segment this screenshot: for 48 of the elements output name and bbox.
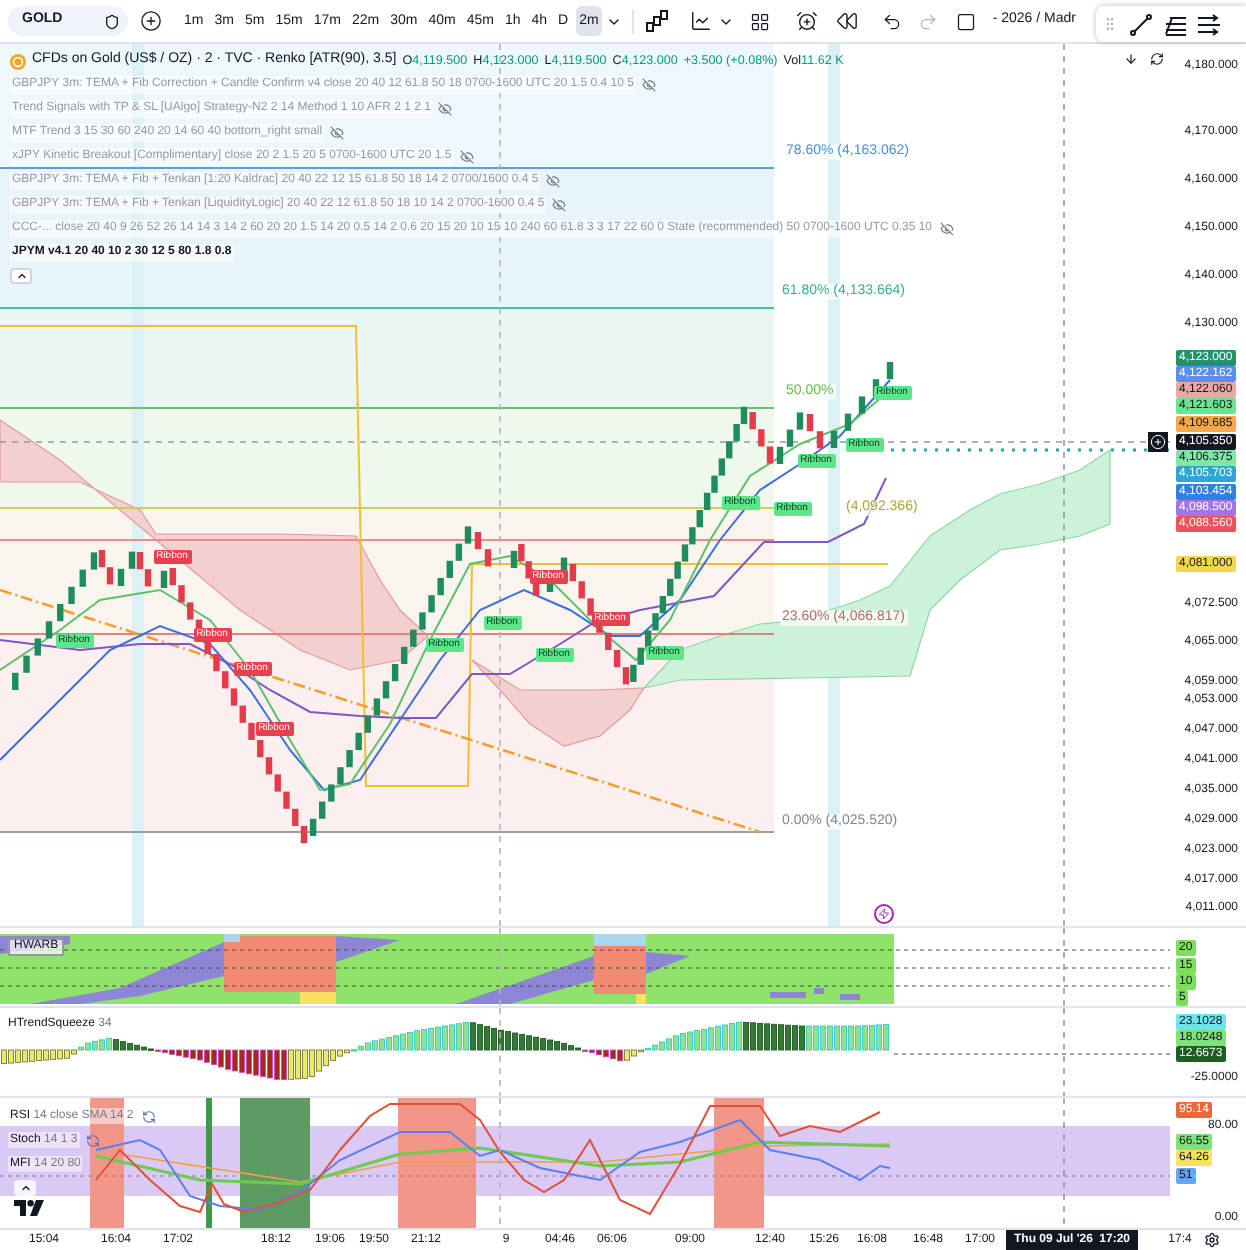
eye-off-icon[interactable] xyxy=(940,221,955,235)
caret-up-icon xyxy=(15,270,27,282)
line-chart-icon xyxy=(690,10,713,32)
square-button[interactable] xyxy=(956,11,977,31)
refresh-icon[interactable] xyxy=(1150,52,1164,66)
square-icon xyxy=(956,11,977,31)
lightning-icon[interactable] xyxy=(874,904,894,924)
templates-button[interactable] xyxy=(750,11,771,31)
lines-tool-button[interactable] xyxy=(1198,13,1220,35)
alarm-clock-icon xyxy=(796,10,819,32)
plus-icon xyxy=(140,10,162,32)
arrow-down-icon[interactable] xyxy=(1124,52,1138,66)
eye-off-icon[interactable] xyxy=(552,197,567,211)
add-alert-button[interactable] xyxy=(1148,432,1168,452)
chart-type-button[interactable] xyxy=(646,10,669,32)
fib-tool-button[interactable] xyxy=(1164,13,1186,35)
indicators-button[interactable] xyxy=(690,10,713,32)
caret-up-icon xyxy=(19,1182,31,1194)
highlight-bar xyxy=(714,1098,764,1228)
collapse-pane-button[interactable] xyxy=(14,1180,36,1196)
coin-icon xyxy=(10,53,26,69)
replay-button[interactable] xyxy=(836,10,859,32)
diagonal-line-icon xyxy=(1130,13,1152,35)
eye-off-icon[interactable] xyxy=(459,149,474,163)
alert-button[interactable] xyxy=(796,10,819,32)
undo-icon xyxy=(882,11,903,31)
grid-icon xyxy=(750,11,771,31)
grip-icon[interactable] xyxy=(1102,16,1118,32)
logo-icon xyxy=(14,1200,44,1216)
eye-off-icon[interactable] xyxy=(546,173,561,187)
eye-off-icon[interactable] xyxy=(438,101,453,115)
redo-icon xyxy=(918,11,939,31)
undo-button[interactable] xyxy=(882,11,903,31)
highlight-bar xyxy=(398,1098,476,1228)
highlight-bar xyxy=(240,1098,310,1228)
parallel-lines-icon xyxy=(1198,13,1220,35)
settings-icon[interactable] xyxy=(1204,1232,1220,1248)
trend-line-tool-button[interactable] xyxy=(1130,13,1152,35)
bricks-icon xyxy=(646,10,669,32)
striped-lines-icon xyxy=(1164,13,1186,35)
collapse-legend-button[interactable] xyxy=(10,268,32,284)
shield-icon xyxy=(104,13,120,29)
rewind-icon xyxy=(836,10,859,32)
add-symbol-button[interactable] xyxy=(140,10,162,32)
eye-off-icon[interactable] xyxy=(330,125,345,139)
highlight-bar xyxy=(206,1098,212,1228)
eye-off-icon[interactable] xyxy=(641,77,656,91)
plus-circle-icon xyxy=(1150,434,1166,450)
